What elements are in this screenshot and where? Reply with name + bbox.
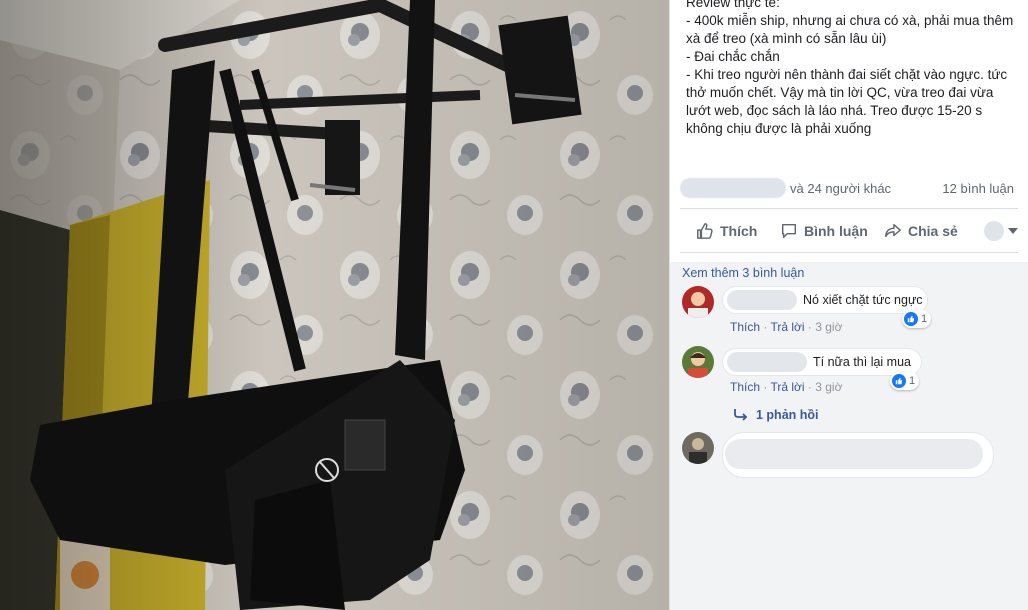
post-caption: Review thực tế: - 400k miễn ship, nhưng … — [686, 0, 1016, 138]
comment-count[interactable]: 12 bình luận — [942, 181, 1014, 196]
comment-icon — [781, 223, 797, 239]
avatar[interactable] — [682, 432, 714, 464]
comment-label: Bình luận — [804, 223, 868, 239]
commenter-avatar-image — [682, 346, 714, 378]
caption-line: - Khi treo người nên thành đai siết chặt… — [686, 67, 1011, 136]
avatar — [984, 221, 1004, 241]
like-icon — [697, 223, 713, 239]
share-label: Chia sẻ — [908, 223, 958, 239]
comment-reaction-count[interactable]: 1 — [890, 372, 920, 390]
comments-section: Xem thêm 3 bình luận Nó xiết chặt tức ng… — [670, 262, 1028, 610]
share-as-selector[interactable] — [984, 221, 1018, 241]
comment-bubble: Nó xiết chặt tức ngực — [722, 286, 928, 314]
replies-count: 1 phản hồi — [756, 408, 819, 422]
comment-time[interactable]: 3 giờ — [815, 320, 842, 334]
comment-text: Nó xiết chặt tức ngực — [803, 293, 923, 307]
comment-bubble: Tí nữa thì lại mua — [722, 348, 922, 376]
reaction-number: 1 — [909, 375, 916, 387]
avatar[interactable] — [682, 346, 714, 378]
reaction-number: 1 — [921, 313, 928, 325]
reaction-stats: và 24 người khác 12 bình luận — [680, 176, 1020, 202]
commenter-name-redacted[interactable] — [727, 352, 807, 372]
post-side-panel: Review thực tế: - 400k miễn ship, nhưng … — [669, 0, 1028, 610]
comment-button[interactable]: Bình luận — [780, 214, 868, 248]
comment-meta: Thích · Trả lời · 3 giờ — [730, 380, 843, 394]
action-bar: Thích Bình luận Chia sẻ — [680, 214, 1018, 248]
comment-input[interactable] — [722, 432, 994, 478]
reaction-others[interactable]: và 24 người khác — [790, 181, 891, 196]
share-button[interactable]: Chia sẻ — [884, 214, 958, 248]
current-user-avatar-image — [682, 432, 714, 464]
comment-time[interactable]: 3 giờ — [815, 380, 842, 394]
comment-reply-link[interactable]: Trả lời — [770, 320, 804, 334]
comment-reaction-count[interactable]: 1 — [902, 310, 932, 328]
comment-meta: Thích · Trả lời · 3 giờ — [730, 320, 843, 334]
commenter-avatar-image — [682, 286, 714, 318]
share-icon — [885, 223, 901, 238]
divider — [680, 208, 1018, 209]
comment-input-redacted — [725, 439, 983, 469]
like-button[interactable]: Thích — [696, 214, 757, 248]
spinal-belt-photo — [0, 0, 669, 610]
divider — [680, 252, 1018, 253]
caption-line: - 400k miễn ship, nhưng ai chưa có xà, p… — [686, 13, 1018, 46]
comment-like-link[interactable]: Thích — [730, 320, 760, 334]
view-replies-link[interactable]: 1 phản hồi — [734, 408, 819, 422]
view-more-comments-link[interactable]: Xem thêm 3 bình luận — [682, 266, 804, 280]
comment-like-link[interactable]: Thích — [730, 380, 760, 394]
comment-text: Tí nữa thì lại mua — [813, 355, 911, 369]
reactor-names-redacted[interactable] — [680, 178, 786, 198]
like-reaction-icon — [904, 312, 918, 326]
caption-line: Review thực tế: — [686, 0, 780, 10]
comment-reply-link[interactable]: Trả lời — [770, 380, 804, 394]
chevron-down-icon — [1008, 228, 1018, 234]
post-photo[interactable] — [0, 0, 669, 610]
commenter-name-redacted[interactable] — [727, 290, 797, 310]
caption-line: - Đai chắc chắn — [686, 49, 780, 64]
avatar[interactable] — [682, 286, 714, 318]
reply-arrow-icon — [734, 409, 748, 421]
like-reaction-icon — [892, 374, 906, 388]
like-label: Thích — [720, 223, 758, 239]
